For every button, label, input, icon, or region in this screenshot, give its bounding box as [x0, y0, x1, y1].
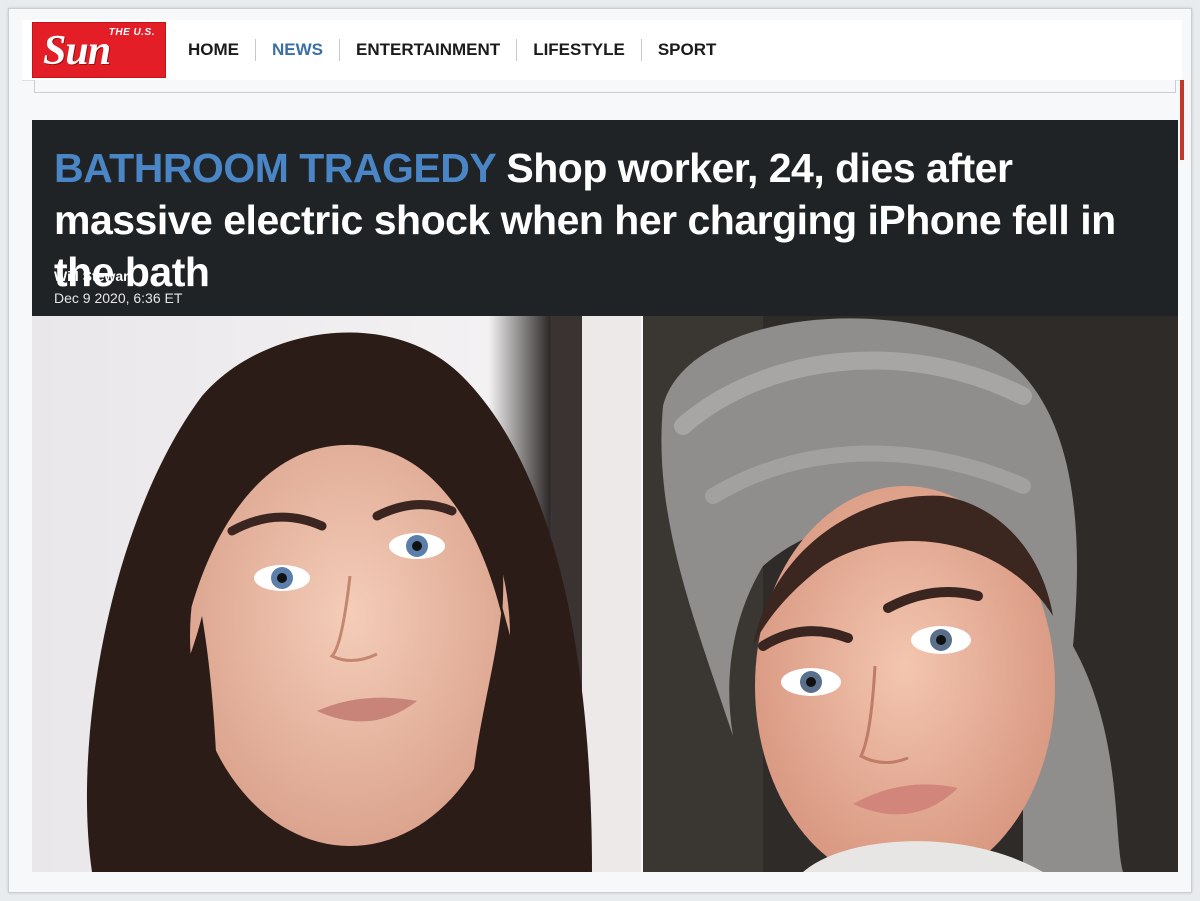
portrait-dark-hair-image: [32, 316, 641, 872]
nav-item-entertainment[interactable]: ENTERTAINMENT: [340, 39, 518, 61]
top-navigation-bar: THE U.S. Sun HOME NEWS ENTERTAINMENT LIF…: [22, 20, 1182, 81]
nav-item-lifestyle[interactable]: LIFESTYLE: [517, 39, 642, 61]
author-byline[interactable]: Will Stewart: [54, 268, 133, 284]
portrait-towel-image: [643, 316, 1178, 872]
article-header: BATHROOM TRAGEDY Shop worker, 24, dies a…: [32, 120, 1178, 316]
site-logo[interactable]: THE U.S. Sun: [32, 22, 166, 78]
article-headline: BATHROOM TRAGEDY Shop worker, 24, dies a…: [54, 142, 1164, 298]
article-photo-left: [32, 316, 641, 872]
nav-item-sport[interactable]: SPORT: [642, 39, 733, 61]
article-photo-right: [643, 316, 1178, 872]
nav-item-news[interactable]: NEWS: [256, 39, 340, 61]
logo-tagline: THE U.S.: [108, 27, 155, 38]
main-nav: HOME NEWS ENTERTAINMENT LIFESTYLE SPORT: [172, 20, 732, 80]
publish-date: Dec 9 2020, 6:36 ET: [54, 290, 183, 306]
side-accent: [1180, 80, 1184, 160]
nav-item-home[interactable]: HOME: [172, 39, 256, 61]
nav-subline: [34, 80, 1176, 93]
logo-wordmark: Sun: [43, 28, 111, 74]
headline-kicker: BATHROOM TRAGEDY: [54, 145, 496, 191]
